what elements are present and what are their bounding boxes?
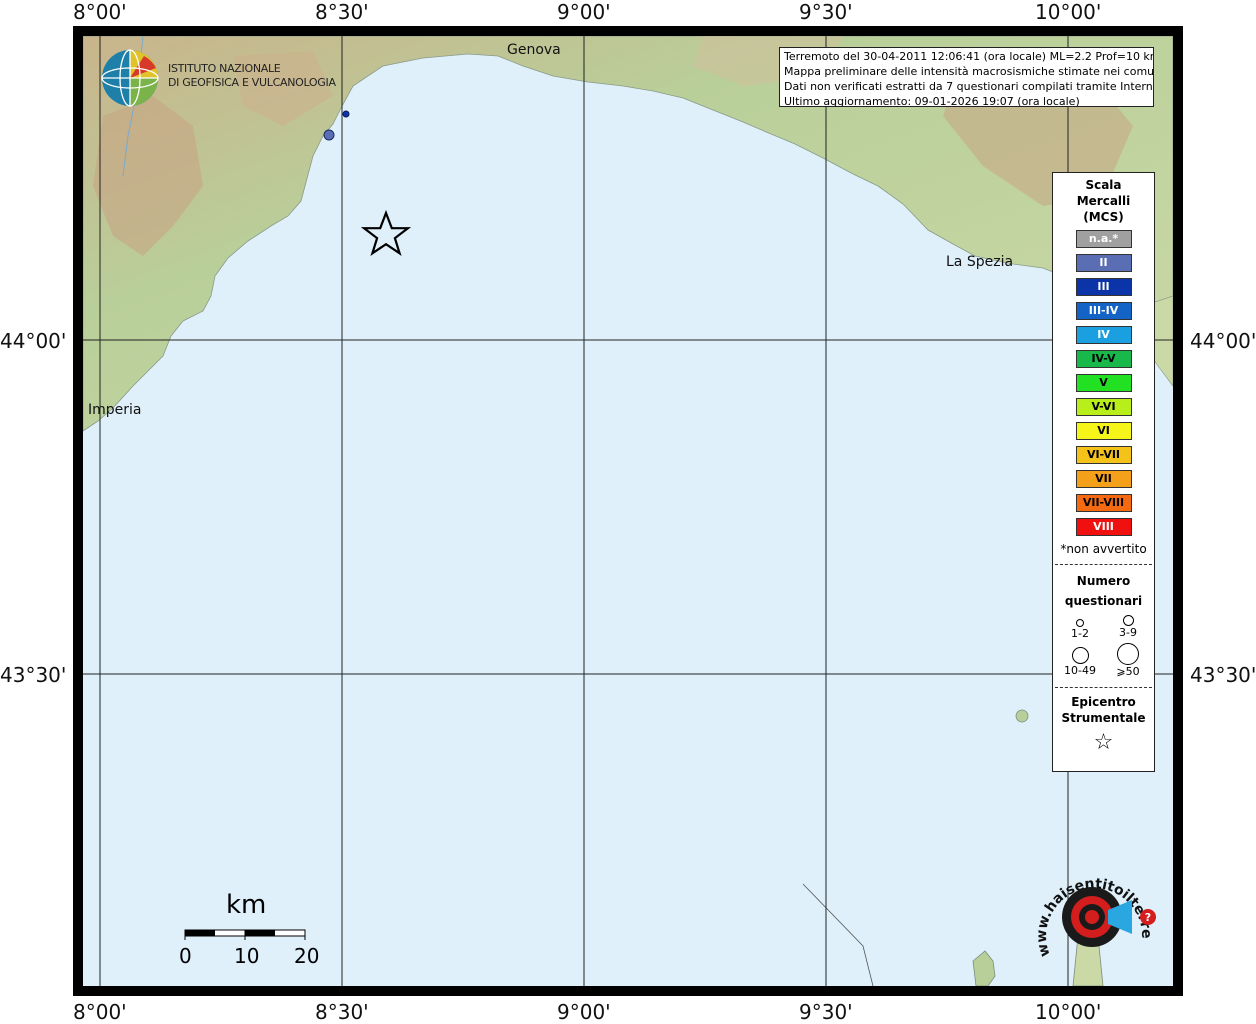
- ingv-logo-text: ISTITUTO NAZIONALE DI GEOFISICA E VULCAN…: [168, 62, 336, 90]
- legend-items: n.a.* II III III-IV IV IV-V V V-VI VI VI-VII VII VI…: [1053, 230, 1154, 536]
- epicenter-line-1: Epicentro: [1071, 695, 1136, 709]
- lat-label-right-1: 44°00': [1190, 329, 1256, 353]
- info-line-1: Terremoto del 30-04-2011 12:06:41 (ora l…: [784, 50, 1154, 63]
- place-la-spezia: La Spezia: [946, 254, 1014, 270]
- size-grid: 1-2 3-9 10-49 ⩾50: [1053, 613, 1154, 679]
- legend-item-1: II: [1075, 254, 1132, 272]
- legend-item-10: VII: [1075, 470, 1132, 488]
- size-circle-xlarge-icon: [1117, 643, 1139, 665]
- map-canvas: [83, 36, 1173, 986]
- legend-item-8: VI: [1075, 422, 1132, 440]
- legend-title-line-3: (MCS): [1083, 210, 1124, 224]
- count-title: Numero questionari: [1053, 571, 1154, 611]
- ingv-line-2: DI GEOFISICA E VULCANOLOGIA: [168, 76, 336, 89]
- scale-tick-20: 20: [294, 944, 320, 968]
- observation-point: [342, 110, 350, 118]
- size-circle-small-icon: [1076, 619, 1084, 627]
- size-50-plus: ⩾50: [1105, 643, 1151, 678]
- scale-unit: km: [226, 890, 267, 920]
- info-line-2: Mappa preliminare delle intensità macros…: [784, 65, 1154, 78]
- legend-item-5: IV-V: [1075, 350, 1132, 368]
- lon-label-bottom-4: 9°30': [799, 1000, 853, 1024]
- lon-label-bottom-5: 10°00': [1035, 1000, 1102, 1024]
- info-line-3: Dati non verificati estratti da 7 questi…: [784, 80, 1154, 93]
- size-10-49: 10-49: [1057, 647, 1103, 677]
- event-info-box: Terremoto del 30-04-2011 12:06:41 (ora l…: [779, 47, 1154, 107]
- mcs-legend: Scala Mercalli (MCS) n.a.* II III III-IV IV I…: [1052, 172, 1155, 772]
- lon-label-top-5: 10°00': [1035, 0, 1102, 24]
- place-imperia: Imperia: [88, 402, 142, 418]
- lon-label-bottom-1: 8°00': [73, 1000, 127, 1024]
- size-label-1-2: 1-2: [1071, 627, 1089, 640]
- observation-point: [323, 129, 335, 141]
- info-line-4: Ultimo aggiornamento: 09-01-2026 19:07 (…: [784, 95, 1080, 107]
- legend-title-line-1: Scala: [1085, 178, 1122, 192]
- scale-tick-10: 10: [234, 944, 260, 968]
- legend-separator-2: [1055, 687, 1152, 688]
- lat-label-left-1: 44°00': [0, 329, 67, 353]
- ingv-logo-icon: [101, 49, 159, 107]
- lon-label-top-1: 8°00': [73, 0, 127, 24]
- lon-label-top-2: 8°30': [315, 0, 369, 24]
- size-label-10-49: 10-49: [1064, 664, 1096, 677]
- ingv-line-1: ISTITUTO NAZIONALE: [168, 62, 281, 75]
- svg-text:?: ?: [1145, 911, 1151, 924]
- legend-item-0: n.a.*: [1075, 230, 1132, 248]
- legend-separator: [1055, 564, 1152, 565]
- legend-item-3: III-IV: [1075, 302, 1132, 320]
- size-circle-medium-icon: [1122, 615, 1134, 626]
- lon-label-bottom-3: 9°00': [557, 1000, 611, 1024]
- epicenter-title: Epicentro Strumentale: [1053, 694, 1154, 726]
- size-label-50-plus: ⩾50: [1116, 665, 1140, 678]
- count-title-line-1: Numero: [1076, 574, 1131, 588]
- legend-note: *non avvertito: [1060, 542, 1147, 556]
- legend-item-4: IV: [1075, 326, 1132, 344]
- legend-item-6: V: [1075, 374, 1132, 392]
- haisentito-logo-icon: www.haisentitoilterremoto.it ?: [1030, 860, 1156, 958]
- map-area[interactable]: [83, 36, 1173, 986]
- island-capraia: [972, 950, 996, 986]
- scale-bar: [184, 929, 306, 940]
- size-1-2: 1-2: [1057, 617, 1103, 640]
- legend-item-9: VI-VII: [1075, 446, 1132, 464]
- lat-label-right-2: 43°30': [1190, 663, 1256, 687]
- lon-label-bottom-2: 8°30': [315, 1000, 369, 1024]
- size-label-3-9: 3-9: [1119, 626, 1137, 639]
- lat-label-left-2: 43°30': [0, 663, 67, 687]
- island-gorgona: [1015, 709, 1029, 723]
- legend-item-2: III: [1075, 278, 1132, 296]
- epicenter-star-icon: ☆: [1093, 730, 1114, 755]
- legend-item-12: VIII: [1075, 518, 1132, 536]
- legend-title-line-2: Mercalli: [1076, 194, 1131, 208]
- place-genova: Genova: [507, 42, 561, 58]
- lon-label-top-3: 9°00': [557, 0, 611, 24]
- legend-item-7: V-VI: [1075, 398, 1132, 416]
- admin-boundary: [802, 883, 874, 986]
- epicenter-star: [360, 209, 412, 256]
- size-3-9: 3-9: [1105, 615, 1151, 639]
- epicenter-line-2: Strumentale: [1061, 711, 1146, 725]
- legend-title: Scala Mercalli (MCS): [1053, 177, 1154, 225]
- size-circle-large-icon: [1071, 647, 1089, 664]
- lon-label-top-4: 9°30': [799, 0, 853, 24]
- count-title-line-2: questionari: [1064, 594, 1143, 608]
- legend-item-11: VII-VIII: [1075, 494, 1132, 512]
- scale-tick-0: 0: [179, 944, 192, 968]
